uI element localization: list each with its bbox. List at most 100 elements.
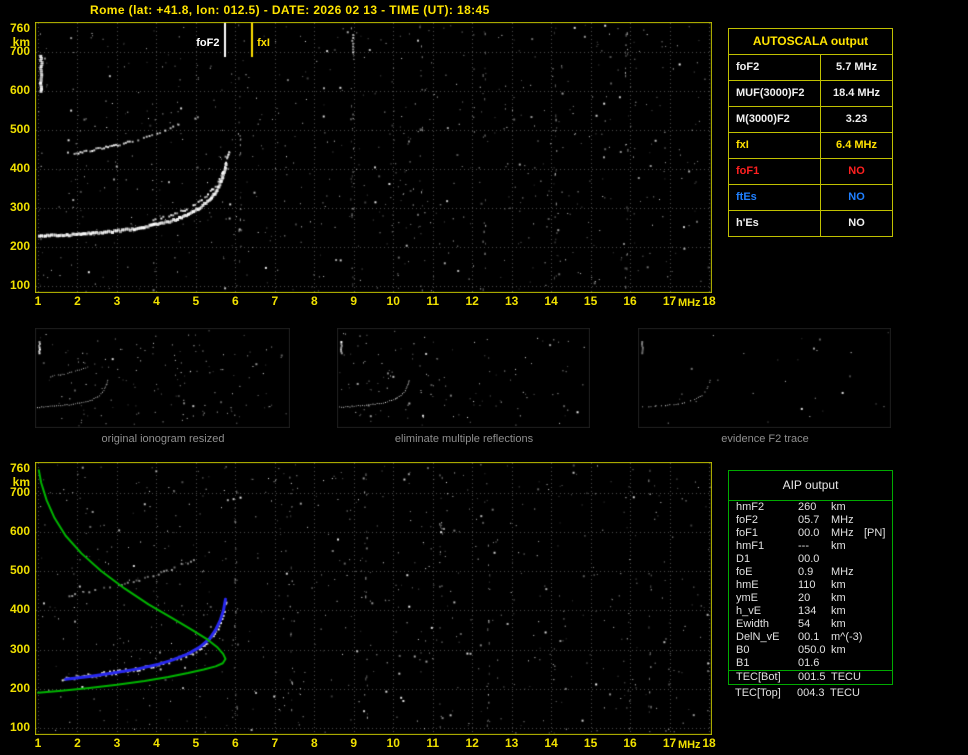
- aip-table-rows: hmF2 260 km foF2 05.7 MHz foF1 00.0 MHz [PN] hmF1 -…: [729, 501, 892, 684]
- aip-note: [864, 501, 892, 514]
- x-tick-label: 10: [386, 294, 400, 308]
- aip-value: 050.0: [798, 644, 826, 656]
- x-tick-label: 16: [623, 736, 637, 750]
- aip-note: [864, 671, 892, 684]
- aip-value: 05.7: [798, 514, 820, 526]
- aip-param: hmF2: [736, 501, 765, 513]
- aip-row-TEC[Top]: TEC[Top] 004.3 TECU: [728, 686, 891, 700]
- y-tick-label: 200: [9, 680, 30, 695]
- aip-note: [864, 592, 892, 605]
- x-tick-label: 5: [192, 736, 200, 750]
- x-tick-label: 3: [113, 294, 121, 308]
- aip-value: 134: [798, 605, 817, 617]
- aip-row-hmF1: hmF1 --- km: [729, 540, 892, 553]
- x-tick-label: 16: [623, 294, 637, 308]
- y-axis-unit: km: [12, 35, 30, 49]
- x-tick-label: 6: [232, 294, 239, 308]
- autoscala-value: NO: [848, 191, 865, 203]
- aip-row-h_vE: h_vE 134 km: [729, 605, 892, 618]
- y-tick-label: 100: [9, 720, 30, 734]
- aip-note: [864, 605, 892, 618]
- thumb3-caption: evidence F2 trace: [721, 433, 809, 445]
- thumb2-caption: eliminate multiple reflections: [394, 433, 534, 445]
- aip-param: TEC[Top]: [735, 687, 781, 699]
- autoscala-value: NO: [848, 165, 865, 177]
- aip-param: hmF1: [736, 540, 765, 552]
- aip-unit: km: [831, 540, 846, 552]
- aip-note: [863, 686, 891, 700]
- y-tick-label: 400: [9, 161, 30, 176]
- aip-unit: [831, 657, 864, 670]
- x-tick-label: 15: [583, 294, 598, 308]
- bottom-ionogram-canvas: [35, 462, 712, 735]
- autoscala-row-fxI: fxI 6.4 MHz: [729, 133, 892, 159]
- x-tick-label: 17: [662, 736, 677, 750]
- y-tick-label: 760: [9, 461, 30, 475]
- aip-unit: MHz: [831, 566, 854, 578]
- y-tick-label: 600: [9, 83, 30, 98]
- autoscala-value: NO: [848, 217, 865, 229]
- y-tick-label: 300: [9, 641, 30, 656]
- aip-row-hmE: hmE 110 km: [729, 579, 892, 592]
- autoscala-row-h'Es: h'Es NO: [729, 211, 892, 236]
- aip-unit: km: [831, 592, 846, 604]
- aip-row-B1: B1 01.6: [729, 657, 892, 670]
- y-tick-label: 600: [9, 523, 30, 538]
- aip-row-ymE: ymE 20 km: [729, 592, 892, 605]
- aip-row-D1: D1 00.0: [729, 553, 892, 566]
- aip-unit: TECU: [831, 671, 861, 683]
- aip-unit: km: [831, 501, 846, 513]
- x-tick-label: 14: [544, 294, 558, 308]
- y-tick-label: 760: [9, 21, 30, 35]
- aip-row-foE: foE 0.9 MHz: [729, 566, 892, 579]
- x-tick-label: 2: [74, 294, 81, 308]
- aip-row-hmF2: hmF2 260 km: [729, 501, 892, 514]
- autoscala-param: foF2: [729, 55, 821, 80]
- aip-unit: MHz: [831, 514, 854, 526]
- aip-table-title: AIP output: [729, 471, 892, 501]
- autoscala-value: 18.4 MHz: [832, 87, 881, 99]
- aip-unit: km: [831, 579, 846, 591]
- x-tick-label: 7: [271, 736, 279, 750]
- x-tick-label: 15: [583, 736, 598, 750]
- autoscala-row-foF2: foF2 5.7 MHz: [729, 55, 892, 81]
- thumbnail-original-ionogram: [35, 328, 290, 428]
- aip-note: [PN]: [864, 527, 886, 539]
- autoscala-param: M(3000)F2: [729, 107, 821, 132]
- x-tick-label: 8: [310, 736, 318, 750]
- x-tick-label: 13: [504, 736, 519, 750]
- aip-note: [864, 540, 892, 553]
- aip-param: DelN_vE: [736, 631, 780, 643]
- x-axis-unit: MHz: [677, 297, 701, 309]
- aip-row-Ewidth: Ewidth 54 km: [729, 618, 892, 631]
- marker-label-foF2: foF2: [196, 37, 220, 49]
- aip-unit: [831, 553, 864, 566]
- marker-label-fxI: fxI: [257, 37, 270, 49]
- y-tick-label: 500: [9, 563, 30, 578]
- x-tick-label: 1: [34, 294, 42, 308]
- x-tick-label: 14: [544, 736, 558, 750]
- x-tick-label: 5: [192, 294, 200, 308]
- x-tick-label: 13: [504, 294, 519, 308]
- x-tick-label: 18: [702, 736, 716, 750]
- aip-row-foF1: foF1 00.0 MHz [PN]: [729, 527, 892, 540]
- x-tick-label: 4: [153, 294, 160, 308]
- x-tick-label: 1: [34, 736, 42, 750]
- autoscala-row-ftEs: ftEs NO: [729, 185, 892, 211]
- x-tick-label: 11: [426, 736, 440, 750]
- aip-value: 260: [798, 501, 817, 513]
- thumbnail-eliminate-reflections: [337, 328, 590, 428]
- aip-value: 001.5: [798, 671, 826, 683]
- y-axis-unit: km: [12, 475, 30, 489]
- x-tick-label: 4: [153, 736, 160, 750]
- x-tick-label: 12: [465, 736, 479, 750]
- aip-param: TEC[Bot]: [736, 671, 781, 683]
- aip-row-DelN_vE: DelN_vE 00.1 m^(-3): [729, 631, 892, 644]
- aip-tec-top-row: TEC[Top] 004.3 TECU: [728, 686, 891, 700]
- autoscala-row-foF1: foF1 NO: [729, 159, 892, 185]
- thumb1-caption: original ionogram resized: [101, 433, 225, 445]
- aip-value: 54: [798, 618, 811, 630]
- aip-row-TEC[Bot]: TEC[Bot] 001.5 TECU: [729, 670, 892, 684]
- x-tick-label: 18: [702, 294, 716, 308]
- x-tick-label: 2: [74, 736, 81, 750]
